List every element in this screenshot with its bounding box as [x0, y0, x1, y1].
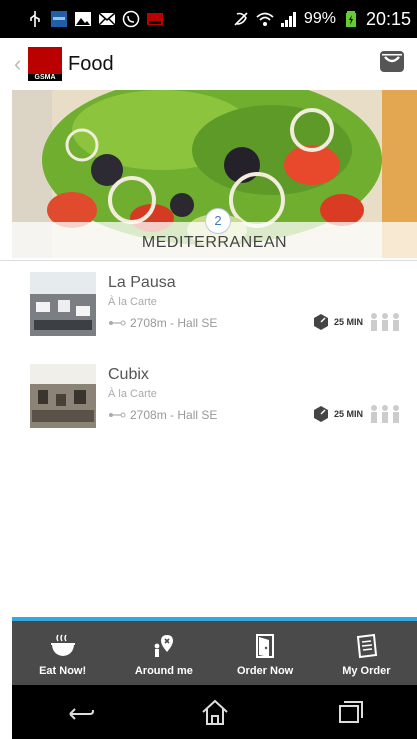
mute-icon — [234, 12, 248, 26]
bottom-nav: Eat Now! Around me Order Now My Order — [12, 621, 417, 685]
distance-icon — [109, 320, 126, 326]
usb-icon — [30, 11, 40, 27]
nav-my-order[interactable]: My Order — [316, 621, 417, 685]
nav-around-me[interactable]: Around me — [113, 621, 214, 685]
restaurant-type: À la Carte — [108, 388, 157, 400]
restaurant-distance: 2708m - Hall SE — [130, 316, 218, 330]
system-nav-bar — [12, 685, 417, 739]
signal-icon — [280, 12, 296, 27]
gsma-logo: GSMA — [28, 47, 62, 81]
restaurant-list: La Pausa À la Carte 2708m - Hall SE 25 M… — [0, 268, 417, 452]
restaurant-item-la-pausa[interactable]: La Pausa À la Carte 2708m - Hall SE 25 M… — [0, 268, 417, 360]
nav-label: Eat Now! — [39, 665, 87, 677]
back-chevron-icon[interactable]: ‹ — [14, 53, 26, 75]
nav-eat-now[interactable]: Eat Now! — [12, 621, 113, 685]
occupancy-icon — [371, 405, 400, 423]
restaurant-location: 2708m - Hall SE — [108, 408, 217, 422]
restaurant-location: 2708m - Hall SE — [108, 316, 217, 330]
restaurant-thumbnail — [30, 272, 96, 336]
restaurant-item-cubix[interactable]: Cubix À la Carte 2708m - Hall SE 25 MIN — [0, 360, 417, 452]
location-person-icon — [154, 635, 173, 657]
divider — [0, 260, 417, 261]
battery-icon — [345, 11, 356, 27]
whatsapp-icon — [122, 10, 140, 28]
restaurant-name: Cubix — [108, 366, 149, 383]
restaurant-type: À la Carte — [108, 296, 157, 308]
restaurant-distance: 2708m - Hall SE — [130, 408, 218, 422]
status-bar: 99% 20:15 — [0, 0, 417, 38]
wait-time-text: 25 MIN — [334, 409, 364, 419]
app-notification-icon — [147, 13, 163, 25]
restaurant-name: La Pausa — [108, 274, 176, 291]
distance-icon — [109, 412, 126, 418]
recent-apps-icon[interactable] — [334, 698, 366, 726]
restaurant-count-badge: 2 — [205, 208, 231, 234]
occupancy-icon — [371, 313, 400, 331]
clock-icon — [314, 314, 328, 330]
mail-icon — [98, 12, 116, 26]
clock-icon — [314, 406, 328, 422]
nav-order-now[interactable]: Order Now — [215, 621, 316, 685]
wait-time-text: 25 MIN — [334, 317, 364, 327]
category-label: MEDITERRANEAN — [141, 234, 288, 251]
wifi-icon — [256, 12, 274, 26]
restaurant-thumbnail — [30, 364, 96, 428]
clock: 20:15 — [365, 8, 411, 29]
home-icon[interactable] — [199, 698, 231, 726]
battery-percent: 99% — [303, 10, 336, 27]
nav-label: Around me — [134, 665, 193, 677]
door-icon — [256, 634, 275, 658]
cart-icon[interactable] — [379, 48, 405, 74]
nav-label: My Order — [342, 665, 391, 677]
wait-time: 25 MIN — [312, 404, 401, 424]
category-banner[interactable]: MEDITERRANEAN 2 — [12, 90, 417, 258]
list-icon — [357, 633, 378, 659]
app-header: ‹ GSMA Food — [0, 38, 417, 90]
page-title: Food — [68, 52, 114, 75]
image-icon — [75, 12, 91, 26]
nav-label: Order Now — [237, 665, 294, 677]
app-notification-icon — [51, 11, 67, 27]
back-icon[interactable] — [64, 698, 96, 726]
wait-time: 25 MIN — [312, 312, 401, 332]
bowl-icon — [50, 634, 75, 656]
